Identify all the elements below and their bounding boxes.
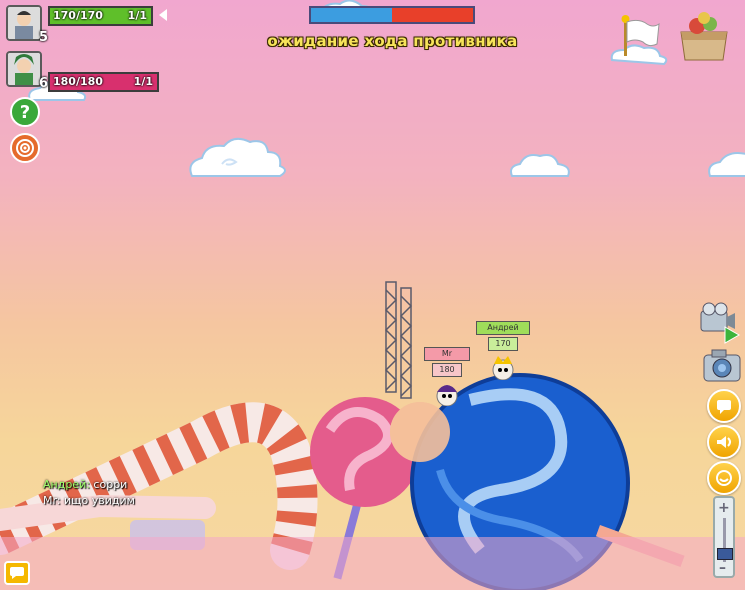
character-hp: 170 <box>488 337 518 351</box>
chat-message: Mr: ищо увидим <box>43 494 135 507</box>
photo-camera-button[interactable] <box>700 347 744 385</box>
chat-icon <box>10 567 24 579</box>
worm-character-icon <box>436 385 458 406</box>
video-camera-icon <box>700 302 741 344</box>
speaker-icon <box>717 436 731 448</box>
chat-open-button[interactable] <box>4 561 30 585</box>
photo-camera-icon <box>703 349 741 382</box>
chat-toggle-button[interactable] <box>707 389 741 423</box>
settings-button[interactable] <box>707 461 741 495</box>
video-camera-button[interactable] <box>697 299 743 345</box>
chat-text: ищо увидим <box>60 494 135 507</box>
character-andrey[interactable]: Андрей 170 <box>476 321 530 380</box>
zoom-minus-icon[interactable]: – <box>719 560 726 576</box>
character-name: Mr <box>424 347 470 361</box>
zoom-handle[interactable] <box>717 548 733 560</box>
zoom-slider[interactable]: + – <box>713 496 735 578</box>
character-mr[interactable]: Mr 180 <box>424 347 470 406</box>
zoom-plus-icon[interactable]: + <box>718 500 730 516</box>
bubble-icon <box>717 400 731 414</box>
metal-tower <box>384 281 413 399</box>
sound-button[interactable] <box>707 425 741 459</box>
smile-icon <box>716 470 732 486</box>
chat-author: Mr: <box>43 494 61 507</box>
water <box>0 537 745 590</box>
character-hp: 180 <box>432 363 462 377</box>
worm-character-icon <box>492 356 514 380</box>
chat-message: Андрей: сорри <box>43 478 135 491</box>
game-screen[interactable]: { "players": [ {"level": "5", "hp_text":… <box>0 0 745 590</box>
chat-text: сорри <box>89 478 128 491</box>
character-name: Андрей <box>476 321 530 335</box>
chat-log: Андрей: сорри Mr: ищо увидим <box>43 478 135 507</box>
chat-author: Андрей: <box>43 478 90 491</box>
